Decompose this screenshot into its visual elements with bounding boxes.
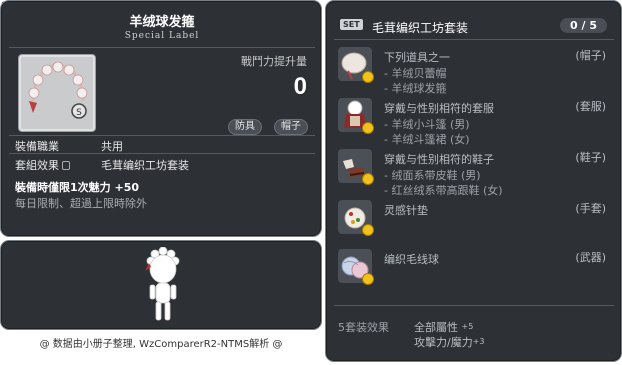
yarn-ball-icon [338,249,374,285]
set-piece-head: 穿戴与性别相符的套服 [384,102,494,115]
set-piece-row: 下列道具之一 (帽子) - 羊绒贝蕾帽 - 羊绒球发箍 [338,47,610,95]
set-piece-row: 穿戴与性别相符的鞋子 (鞋子) - 绒面系带皮鞋 (男) - 红丝绒系带高跟鞋 … [338,149,610,197]
set-piece-option: - 羊绒斗篷裙 (女) [384,133,470,146]
set-badge: SET [340,19,363,30]
item-name: 羊绒球发箍 [129,15,195,30]
set-effect-key: 套組效果 [15,159,59,172]
daily-limit-text: 每日限制、超過上限時除外 [15,197,147,210]
headband-item-icon: S [28,61,88,119]
set-piece-option: - 绒面系带皮鞋 (男) [384,169,481,182]
item-icon-frame: S [18,54,96,132]
set-piece-slot: (手套) [575,202,606,215]
coin-icon [362,122,374,134]
set-bonus-stat: 攻擊力/魔力 [414,336,473,349]
pincushion-icon [338,200,374,236]
knit-outfit-icon [338,98,374,134]
set-piece-option: - 羊绒球发箍 [384,82,447,95]
set-piece-slot: (套服) [575,100,606,113]
set-piece-head: 编织毛线球 [384,253,439,266]
hat-tag: 帽子 [274,119,308,135]
set-bonus-stat: 全部屬性 [414,321,462,334]
set-piece-row: 编织毛线球 (武器) [338,249,610,289]
power-increase-label: 戰鬥力提升量 [241,55,307,68]
set-bonus-line: 全部屬性 +5 [414,319,473,335]
set-piece-row: 灵感针垫 (手套) [338,200,610,240]
job-row: 裝備職業 共用 [15,138,123,154]
credit-text: @ 数据由小册子整理, WzComparerR2-NTMS解析 @ [39,339,283,350]
armor-tag: 防具 [228,119,262,135]
set-piece-slot: (帽子) [575,49,606,62]
set-piece-head: 灵感针垫 [384,204,428,217]
divider [9,47,315,48]
lock-icon [62,161,70,170]
divider [334,305,614,306]
set-piece-slot: (武器) [575,251,606,264]
set-piece-slot: (鞋子) [575,151,606,164]
coin-icon [362,273,374,285]
set-info-panel: SET 毛茸编织工坊套装 0 / 5 下列道具之一 (帽子) - 羊绒贝蕾帽 -… [325,0,622,362]
charm-limit-text: 裝備時僅限1次魅力 +50 [15,181,140,194]
set-piece-option: - 羊绒贝蕾帽 [384,67,447,80]
set-bonus-value: +3 [472,337,485,346]
job-value: 共用 [101,140,123,153]
set-bonus-label: 5套装效果 [338,321,389,334]
set-piece-option: - 红丝绒系带高跟鞋 (女) [384,184,503,197]
set-piece-head: 下列道具之一 [384,51,450,64]
job-key: 裝備職業 [15,140,59,153]
snowball-headband-icon [338,47,374,83]
power-increase-value: 0 [293,73,307,100]
coin-icon [362,224,374,236]
set-count: 0 / 5 [560,18,607,33]
item-tooltip-panel: 羊绒球发箍 Special Label S 戰鬥力提升量 0 防具 帽子 裝備職… [0,0,322,237]
set-effect-row: 套組效果 毛茸编织工坊套装 [15,157,189,173]
set-bonus-value: +5 [461,322,474,331]
divider [334,39,614,40]
knit-shoes-icon [338,149,374,185]
coin-icon [362,173,374,185]
set-piece-head: 穿戴与性别相符的鞋子 [384,153,494,166]
set-bonus-line: 攻擊力/魔力+3 [414,334,485,350]
item-special-label: Special Label [124,31,200,41]
divider [9,135,315,136]
set-effect-value: 毛茸编织工坊套装 [101,159,189,172]
coin-icon [362,71,374,83]
svg-text:S: S [76,108,82,118]
set-title: 毛茸编织工坊套装 [372,21,469,35]
character-avatar-icon [145,247,180,321]
divider [9,153,315,154]
set-piece-option: - 羊绒小斗篷 (男) [384,118,470,131]
set-piece-row: 穿戴与性别相符的套服 (套服) - 羊绒小斗篷 (男) - 羊绒斗篷裙 (女) [338,98,610,146]
character-preview-panel [0,240,322,330]
